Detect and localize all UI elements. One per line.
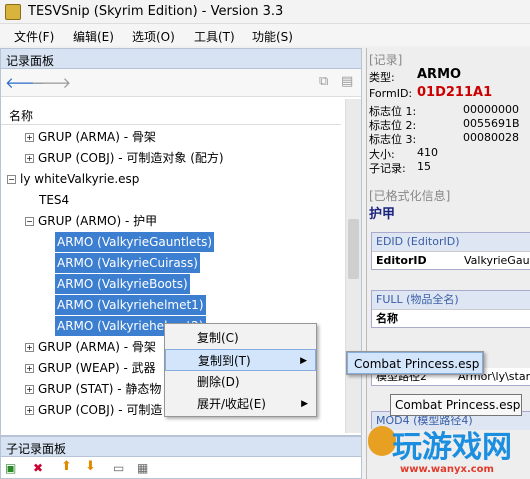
subrecord-panel: 子记录面板 ▣ ✖ ⬆ ⬇ ▭ ▦: [0, 436, 362, 479]
expand-icon[interactable]: +: [25, 343, 34, 352]
edit-icon[interactable]: ▭: [113, 461, 124, 475]
field-label: 标志位 3:: [369, 133, 417, 146]
paste-icon[interactable]: ▤: [341, 74, 353, 89]
subrecord-panel-title: 子记录面板: [6, 442, 67, 456]
menu-item-copy[interactable]: 复制(C): [165, 327, 316, 349]
app-icon: [5, 4, 21, 20]
field-value: 0055691B: [463, 117, 520, 130]
menu-file[interactable]: 文件(F): [14, 28, 54, 45]
copy-to-submenu: Combat Princess.esp: [346, 351, 484, 375]
field-value: 00000000: [463, 103, 519, 116]
tree-node[interactable]: + GRUP (WEAP) - 武器: [25, 358, 156, 378]
menu-options[interactable]: 选项(O): [132, 28, 175, 45]
menu-functions[interactable]: 功能(S): [252, 28, 293, 45]
tree-node[interactable]: + GRUP (COBJ) - 可制造对象 (配方): [25, 148, 224, 168]
menu-item-delete[interactable]: 删除(D): [165, 371, 316, 393]
field-label: FormID:: [369, 87, 413, 100]
tree-node-selected[interactable]: ARMO (ValkyrieBoots): [55, 274, 190, 294]
add-icon[interactable]: ▣: [5, 461, 16, 475]
menu-item-copy-to[interactable]: 复制到(T) ▶: [165, 349, 316, 371]
expand-icon[interactable]: +: [25, 364, 34, 373]
tree-node[interactable]: + GRUP (COBJ) - 可制造: [25, 400, 162, 420]
copy-icon[interactable]: ⧉: [319, 74, 328, 89]
expand-icon[interactable]: +: [25, 133, 34, 142]
submenu-item-target-plugin[interactable]: Combat Princess.esp: [347, 352, 483, 374]
field-label: 类型:: [369, 71, 395, 84]
submenu-arrow-icon: ▶: [301, 399, 308, 409]
watermark-url-text: www.wanyx.com: [400, 464, 494, 475]
tree-node-selected[interactable]: ARMO (ValkyrieCuirass): [55, 253, 200, 273]
edid-row[interactable]: EditorIDValkyrieGaunt: [372, 251, 530, 269]
expand-icon[interactable]: +: [25, 154, 34, 163]
menu-bar: 文件(F) 编辑(E) 选项(O) 工具(T) 功能(S): [0, 24, 530, 46]
menu-item-expand-collapse[interactable]: 展开/收起(E) ▶: [165, 393, 316, 415]
window-title: TESVSnip (Skyrim Edition) - Version 3.3: [28, 4, 284, 19]
delete-icon[interactable]: ✖: [33, 461, 43, 475]
tree-column-header: 名称: [1, 105, 341, 125]
tree-node[interactable]: + GRUP (ARMA) - 骨架: [25, 127, 156, 147]
field-type-value: ARMO: [417, 67, 462, 82]
tree-scrollbar[interactable]: [345, 99, 361, 433]
collapse-icon[interactable]: −: [7, 175, 16, 184]
tree-node[interactable]: + GRUP (STAT) - 静态物: [25, 379, 161, 399]
record-panel-header: 记录面板: [1, 49, 361, 69]
submenu-arrow-icon: ▶: [300, 356, 307, 366]
title-bar: TESVSnip (Skyrim Edition) - Version 3.3: [0, 0, 530, 24]
field-label: 子记录:: [369, 162, 406, 175]
collapse-icon[interactable]: −: [25, 217, 34, 226]
full-box: FULL (物品全名) 名称: [371, 290, 530, 328]
menu-edit[interactable]: 编辑(E): [73, 28, 114, 45]
field-value: 15: [417, 160, 431, 173]
record-panel-title: 记录面板: [6, 54, 55, 68]
field-formid-value: 01D211A1: [417, 85, 493, 100]
record-toolbar: 🡐 🡒 ⧉ ▤: [1, 69, 361, 97]
field-value: 410: [417, 146, 438, 159]
forward-arrow-icon[interactable]: 🡒: [31, 73, 71, 92]
tree-node[interactable]: − ly whiteValkyrie.esp: [7, 169, 139, 189]
move-down-icon[interactable]: ⬇: [85, 459, 96, 474]
tree-node[interactable]: − GRUP (ARMO) - 护甲: [25, 211, 157, 231]
tree-node-selected[interactable]: ARMO (ValkyrieGauntlets): [55, 232, 215, 252]
view-icon[interactable]: ▦: [137, 461, 148, 475]
move-up-icon[interactable]: ⬆: [61, 459, 72, 474]
full-header: FULL (物品全名): [372, 291, 530, 309]
scroll-thumb[interactable]: [348, 219, 359, 279]
menu-tools[interactable]: 工具(T): [194, 28, 235, 45]
full-row[interactable]: 名称: [372, 309, 530, 327]
expand-icon[interactable]: +: [25, 406, 34, 415]
tree-node[interactable]: TES4: [39, 190, 69, 210]
watermark-logo: 玩游戏网 www.wanyx.com: [368, 422, 530, 479]
tree-node-selected[interactable]: ARMO (Valkyriehelmet1): [55, 295, 206, 315]
context-menu: 复制(C) 复制到(T) ▶ 删除(D) 展开/收起(E) ▶: [164, 323, 317, 417]
watermark-main-text: 玩游戏网: [392, 430, 512, 465]
expand-icon[interactable]: +: [25, 385, 34, 394]
formatted-value: 护甲: [369, 207, 396, 222]
tree-node[interactable]: + GRUP (ARMA) - 骨架: [25, 337, 156, 357]
field-value: 00080028: [463, 131, 519, 144]
edid-header: EDID (EditorID): [372, 233, 530, 251]
tree-column-name[interactable]: 名称: [9, 107, 33, 124]
edid-box: EDID (EditorID) EditorIDValkyrieGaunt: [371, 232, 530, 270]
subrecord-panel-header: 子记录面板: [1, 437, 361, 457]
tooltip: Combat Princess.esp: [390, 394, 522, 416]
